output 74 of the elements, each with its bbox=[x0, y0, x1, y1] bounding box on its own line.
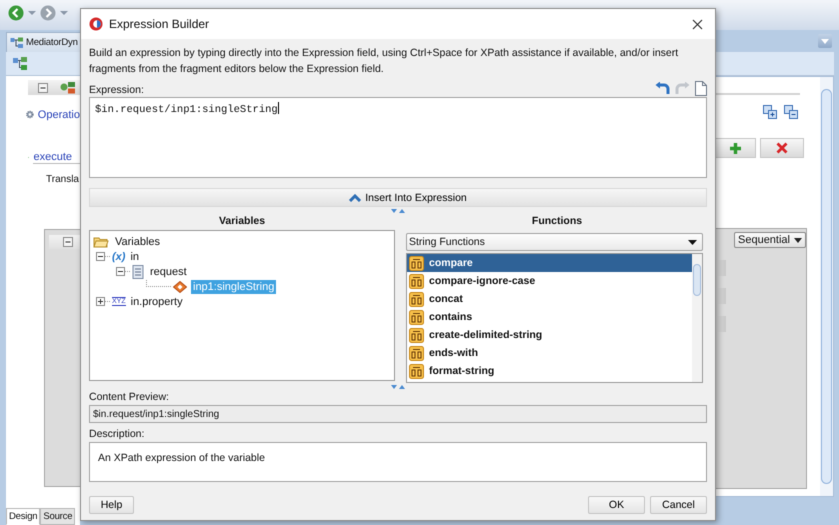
tree-item[interactable]: Variables bbox=[113, 234, 162, 248]
window-title: Expression Builder bbox=[109, 17, 210, 31]
forward-icon[interactable] bbox=[40, 5, 56, 21]
help-button[interactable]: Help bbox=[89, 496, 134, 514]
instructions-text: Build an expression by typing directly into the Expression field, using Ctrl+Space for XPath assistance if available, and/or insert fragments from the fragment editors below the Expression field. bbox=[89, 46, 680, 77]
section-heading: Functions bbox=[532, 215, 582, 228]
tree-item[interactable]: in bbox=[128, 250, 142, 264]
cancel-button[interactable]: Cancel bbox=[650, 496, 707, 514]
collapse-icon[interactable] bbox=[38, 82, 48, 92]
function-icon bbox=[409, 328, 424, 342]
plus-icon bbox=[728, 142, 742, 154]
view-tab[interactable]: Source bbox=[40, 508, 76, 525]
caret-icon bbox=[688, 240, 697, 244]
back-icon[interactable] bbox=[8, 5, 24, 21]
function-item[interactable]: ends-with bbox=[407, 344, 692, 362]
field-label: Expression: bbox=[89, 84, 144, 96]
diagram-icon[interactable] bbox=[12, 56, 28, 72]
function-item[interactable]: contains bbox=[407, 308, 692, 326]
caret-icon bbox=[821, 38, 829, 44]
ok-button[interactable]: OK bbox=[588, 496, 645, 514]
operation-link[interactable]: Operatio bbox=[38, 108, 80, 120]
document-icon bbox=[132, 264, 144, 278]
function-item[interactable]: compare bbox=[407, 254, 692, 272]
splitter-handle[interactable] bbox=[390, 383, 406, 391]
app-logo-icon bbox=[89, 17, 103, 31]
gear-icon bbox=[26, 108, 34, 121]
collapse-icon[interactable] bbox=[63, 237, 73, 247]
function-icon bbox=[409, 274, 424, 288]
tree-item[interactable]: request bbox=[148, 264, 189, 278]
chevron-up-icon bbox=[349, 194, 362, 202]
folder-icon bbox=[93, 236, 109, 248]
collapse-icon[interactable] bbox=[96, 252, 105, 261]
execution-dropdown[interactable]: Sequential bbox=[734, 232, 806, 248]
delete-icon bbox=[776, 142, 788, 154]
routing-icon bbox=[60, 81, 76, 94]
function-item[interactable]: format-string bbox=[407, 362, 692, 380]
function-item[interactable]: create-delimited-string bbox=[407, 326, 692, 344]
scrollbar[interactable] bbox=[820, 77, 833, 496]
function-item[interactable]: concat bbox=[407, 290, 692, 308]
function-icon bbox=[409, 310, 424, 324]
field-label: Description: bbox=[89, 428, 144, 440]
caret-icon bbox=[794, 238, 802, 242]
variable-icon: (x) bbox=[112, 250, 126, 262]
function-icon bbox=[409, 364, 424, 378]
expression-field[interactable]: $in.request/inp1:singleString bbox=[89, 97, 707, 178]
collapse-icon[interactable] bbox=[116, 267, 125, 276]
close-icon bbox=[692, 18, 703, 30]
function-item[interactable]: compare-ignore-case bbox=[407, 272, 692, 290]
section-heading: Variables bbox=[218, 215, 266, 228]
tab-menu-button[interactable] bbox=[818, 34, 832, 48]
function-icon bbox=[409, 346, 424, 360]
scrollbar[interactable] bbox=[692, 254, 702, 382]
field-label: Content Preview: bbox=[89, 391, 169, 403]
diamond-icon bbox=[173, 280, 187, 292]
splitter-handle[interactable] bbox=[390, 207, 406, 215]
function-icon bbox=[409, 256, 424, 270]
caret-icon[interactable] bbox=[28, 10, 36, 16]
function-icon bbox=[409, 292, 424, 306]
collapse-all-icon[interactable] bbox=[784, 105, 798, 119]
expand-all-icon[interactable] bbox=[763, 105, 777, 119]
description-box: An XPath expression of the variable bbox=[89, 442, 707, 482]
category-dropdown[interactable]: String Functions bbox=[406, 233, 703, 251]
tree-item[interactable]: in.property bbox=[128, 294, 185, 308]
expand-icon[interactable] bbox=[96, 297, 105, 306]
diagram-icon bbox=[10, 36, 24, 48]
undo-icon[interactable] bbox=[655, 82, 670, 96]
caret-icon[interactable] bbox=[60, 10, 68, 16]
transformation-label: Transla bbox=[46, 174, 79, 185]
new-document-icon[interactable] bbox=[695, 81, 707, 96]
delete-button[interactable] bbox=[760, 138, 804, 158]
preview-field: $in.request/inp1:singleString bbox=[89, 405, 707, 423]
view-tab[interactable]: Design bbox=[6, 508, 40, 525]
editor-tab[interactable]: MediatorDyn bbox=[6, 32, 80, 52]
insert-button[interactable]: Insert Into Expression bbox=[89, 188, 707, 207]
